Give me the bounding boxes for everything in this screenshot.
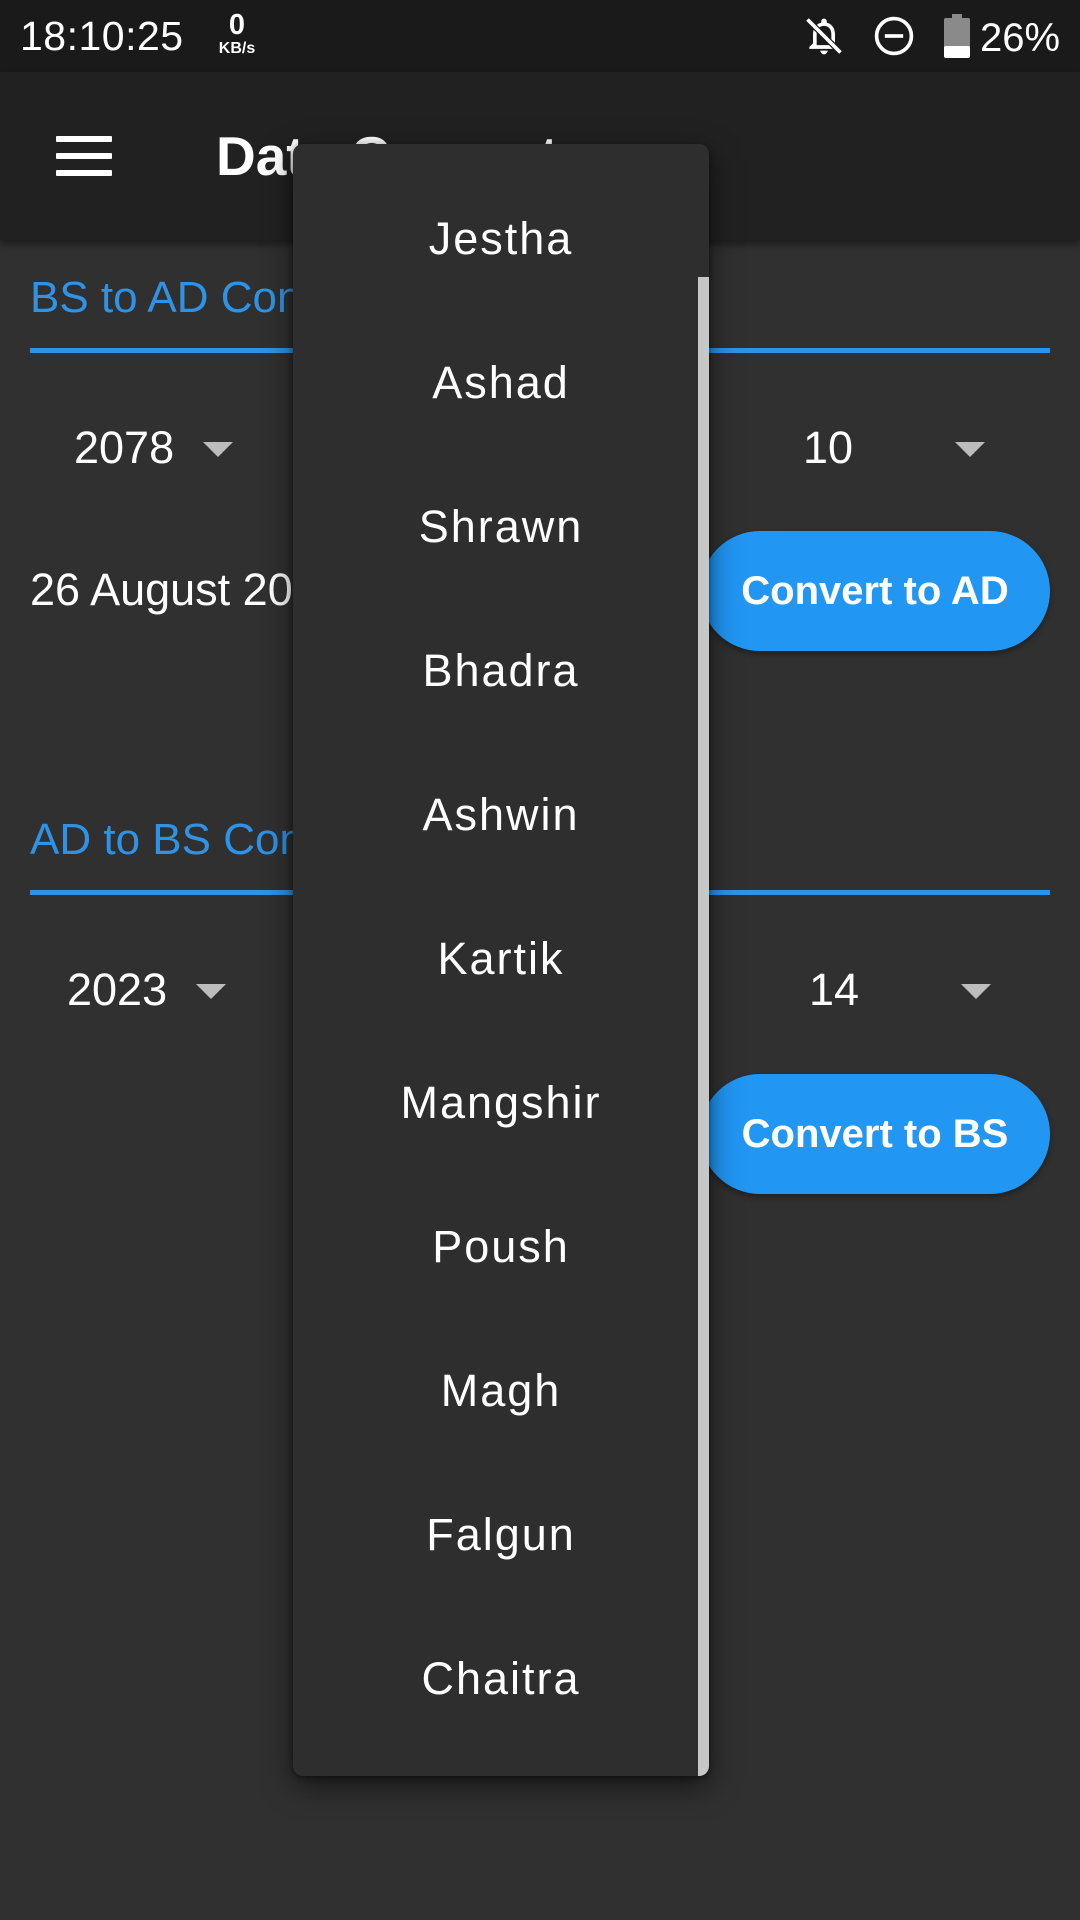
bs-day-dropdown[interactable]: 10 — [803, 418, 1003, 478]
menu-item-ashad[interactable]: Ashad — [293, 311, 709, 455]
bs-day-value: 10 — [803, 422, 854, 473]
month-dropdown-menu: Jestha Ashad Shrawn Bhadra Ashwin Kartik… — [293, 144, 709, 1776]
network-speed-unit: KB/s — [218, 40, 256, 57]
convert-to-ad-button[interactable]: Convert to AD — [700, 531, 1050, 651]
hamburger-menu-icon[interactable] — [56, 136, 112, 176]
menu-item-shrawn[interactable]: Shrawn — [293, 455, 709, 599]
chevron-down-icon — [203, 442, 233, 457]
ad-year-dropdown[interactable]: 2023 — [67, 960, 247, 1020]
bs-year-value: 2078 — [74, 422, 175, 473]
ad-day-value: 14 — [809, 964, 860, 1015]
convert-to-bs-button[interactable]: Convert to BS — [700, 1074, 1050, 1194]
ad-day-dropdown[interactable]: 14 — [809, 960, 1009, 1020]
network-speed-value: 0 — [228, 9, 246, 41]
battery-percent: 26% — [980, 16, 1061, 60]
menu-item-poush[interactable]: Poush — [293, 1175, 709, 1319]
chevron-down-icon — [196, 984, 226, 999]
menu-item-chaitra[interactable]: Chaitra — [293, 1607, 709, 1751]
status-bar: 18:10:25 0 KB/s 26% — [0, 0, 1080, 72]
menu-scrollbar[interactable] — [698, 277, 709, 1776]
menu-item-bhadra[interactable]: Bhadra — [293, 599, 709, 743]
status-time: 18:10:25 — [20, 13, 184, 59]
menu-item-jestha[interactable]: Jestha — [293, 167, 709, 311]
menu-item-mangshir[interactable]: Mangshir — [293, 1031, 709, 1175]
menu-item-falgun[interactable]: Falgun — [293, 1463, 709, 1607]
menu-item-magh[interactable]: Magh — [293, 1319, 709, 1463]
bs-year-dropdown[interactable]: 2078 — [74, 418, 254, 478]
menu-item-kartik[interactable]: Kartik — [293, 887, 709, 1031]
chevron-down-icon — [955, 442, 985, 457]
chevron-down-icon — [961, 984, 991, 999]
do-not-disturb-icon — [874, 16, 914, 56]
menu-item-ashwin[interactable]: Ashwin — [293, 743, 709, 887]
battery-icon — [944, 14, 970, 58]
network-speed-indicator: 0 KB/s — [212, 10, 262, 58]
ad-year-value: 2023 — [67, 964, 168, 1015]
bell-off-icon — [805, 17, 843, 55]
